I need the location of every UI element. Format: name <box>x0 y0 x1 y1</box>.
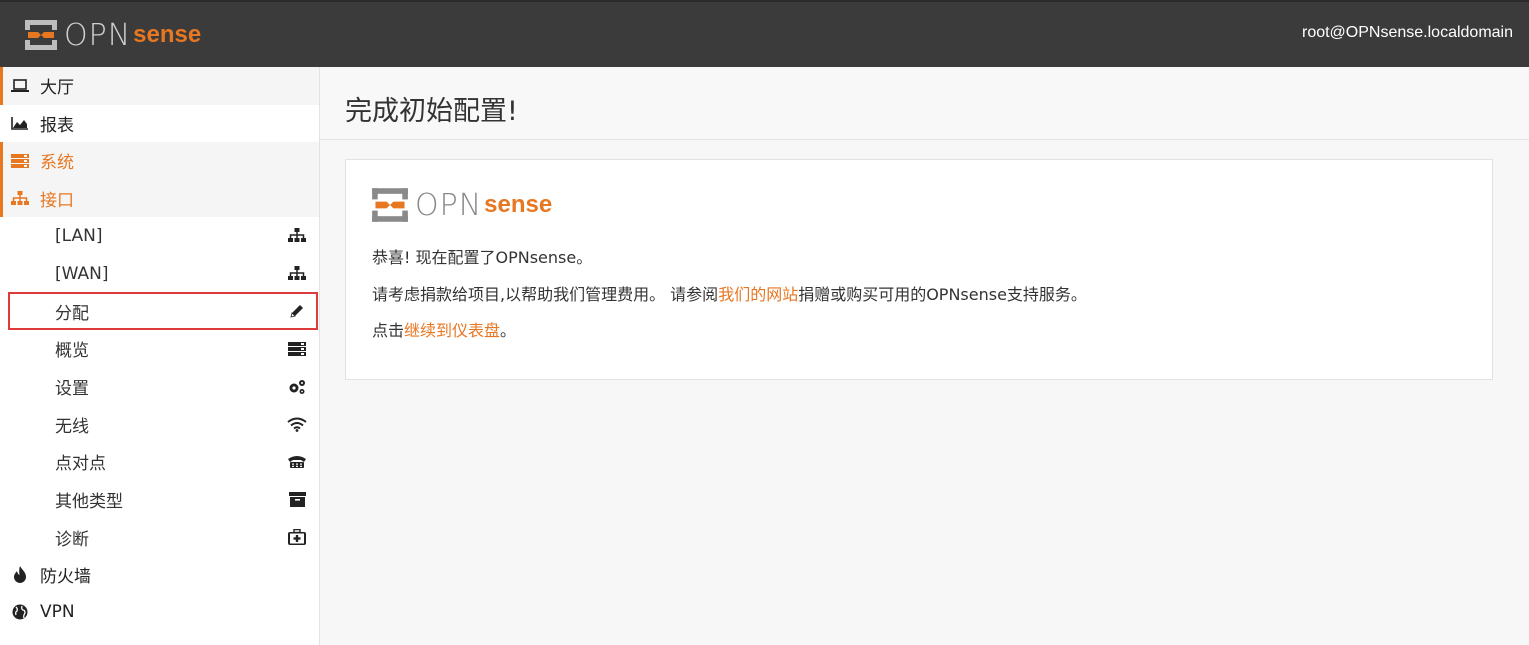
sidebar-item-firewall[interactable]: 防火墙 <box>0 556 319 594</box>
logo-text-main: OPN <box>64 17 132 53</box>
sidebar-subitem-point-to-point[interactable]: 点对点 <box>0 443 319 481</box>
sidebar-subitem-other-types[interactable]: 其他类型 <box>0 481 319 519</box>
medkit-icon <box>287 528 307 546</box>
opnsense-logo-icon <box>25 20 57 50</box>
wizard-complete-panel: OPN sense 恭喜! 现在配置了OPNsense。 请考虑捐款给项目,以帮… <box>345 159 1493 380</box>
top-bar: OPN sense root@OPNsense.localdomain <box>0 0 1529 67</box>
donate-prefix: 请考虑捐款给项目,以帮助我们管理费用。 请参阅 <box>372 285 719 304</box>
continue-text: 点击继续到仪表盘。 <box>372 317 516 341</box>
continue-prefix: 点击 <box>372 321 405 340</box>
donate-suffix: 捐赠或购买可用的OPNsense支持服务。 <box>798 285 1087 304</box>
donate-text: 请考虑捐款给项目,以帮助我们管理费用。 请参阅我们的网站捐赠或购买可用的OPNs… <box>372 281 1087 305</box>
logo-text-main: OPN <box>415 187 483 223</box>
sitemap-icon <box>287 265 307 283</box>
page-header: 完成初始配置! <box>320 67 1529 140</box>
sidebar-subitem-overview[interactable]: 概览 <box>0 330 319 368</box>
sidebar: 大厅 报表 系统 接口 [LAN] [WAN] 分配 概览 设置 无线 点对点 … <box>0 67 320 645</box>
logo-text-accent: sense <box>484 191 553 218</box>
sidebar-item-label: 大厅 <box>40 78 74 99</box>
sidebar-item-system[interactable]: 系统 <box>0 142 319 180</box>
sidebar-item-label: 防火墙 <box>40 567 91 588</box>
globe-icon <box>10 603 30 621</box>
opnsense-logo-icon <box>372 188 408 222</box>
archive-icon <box>287 491 307 509</box>
wifi-icon <box>287 415 307 433</box>
sidebar-subitem-label: 无线 <box>55 416 89 437</box>
sitemap-icon <box>10 189 30 207</box>
user-menu[interactable]: root@OPNsense.localdomain <box>1302 24 1513 42</box>
gears-icon <box>287 378 307 396</box>
laptop-icon <box>10 77 30 95</box>
sidebar-item-label: VPN <box>40 602 75 623</box>
sidebar-subitem-label: 分配 <box>55 303 89 324</box>
page-title: 完成初始配置! <box>345 96 518 127</box>
sidebar-subitem-diagnostics[interactable]: 诊断 <box>0 519 319 557</box>
sidebar-item-vpn[interactable]: VPN <box>0 594 319 632</box>
sidebar-subitem-wan[interactable]: [WAN] <box>0 255 319 293</box>
sidebar-subitem-label: 概览 <box>55 341 89 362</box>
sidebar-subitem-assignments[interactable]: 分配 <box>8 292 318 331</box>
sidebar-subitem-settings[interactable]: 设置 <box>0 368 319 406</box>
sidebar-subitem-label: 诊断 <box>55 529 89 550</box>
sidebar-item-lobby[interactable]: 大厅 <box>0 67 319 105</box>
continue-suffix: 。 <box>500 321 517 340</box>
pencil-icon <box>287 302 307 320</box>
sidebar-subitem-label: 设置 <box>55 379 89 400</box>
sidebar-item-interfaces[interactable]: 接口 <box>0 179 319 217</box>
server-icon <box>10 152 30 170</box>
sidebar-subitem-label: [LAN] <box>55 225 103 246</box>
sidebar-subitem-wireless[interactable]: 无线 <box>0 405 319 443</box>
sidebar-item-label: 报表 <box>40 115 74 136</box>
logo-text-accent: sense <box>133 21 202 48</box>
sidebar-subitem-lan[interactable]: [LAN] <box>0 217 319 255</box>
panel-logo: OPN sense <box>371 186 552 224</box>
sidebar-item-reports[interactable]: 报表 <box>0 105 319 143</box>
sidebar-subitem-label: 点对点 <box>55 454 106 475</box>
phone-icon <box>287 453 307 471</box>
sidebar-item-label: 接口 <box>40 190 74 211</box>
sitemap-icon <box>287 227 307 245</box>
fire-icon <box>10 566 30 584</box>
website-link[interactable]: 我们的网站 <box>718 285 798 304</box>
sidebar-subitem-label: 其他类型 <box>55 492 123 513</box>
sidebar-item-label: 系统 <box>40 153 74 174</box>
congrats-text: 恭喜! 现在配置了OPNsense。 <box>372 248 593 267</box>
main-content: 完成初始配置! OPN sense 恭喜! 现在配置了OPNsense。 请考虑… <box>320 67 1529 645</box>
opnsense-logo[interactable]: OPN sense <box>24 14 201 56</box>
sidebar-subitem-label: [WAN] <box>55 263 109 284</box>
area-chart-icon <box>10 114 30 132</box>
continue-dashboard-link[interactable]: 继续到仪表盘 <box>404 321 500 340</box>
server-icon <box>287 340 307 358</box>
